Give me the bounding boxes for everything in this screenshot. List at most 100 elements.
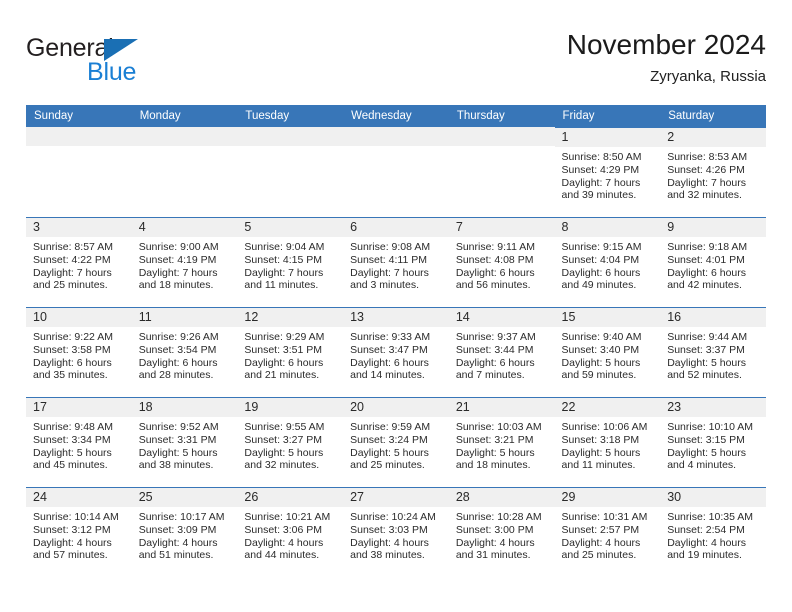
detail-sunrise: Sunrise: 9:26 AM [138, 331, 219, 343]
calendar-cell: 2 Sunrise: 8:53 AM Sunset: 4:26 PM Daylight… [660, 127, 766, 217]
day-details: Sunrise: 8:57 AM Sunset: 4:22 PM Daylight:… [26, 237, 132, 292]
detail-daylight2: and 42 minutes. [667, 279, 742, 292]
day-cell[interactable]: 26 Sunrise: 10:21 AM Sunset: 3:06 PM Daylig… [237, 487, 344, 577]
detail-daylight1: Daylight: 5 hours [561, 446, 641, 459]
detail-daylight1: Daylight: 6 hours [350, 356, 429, 369]
day-cell[interactable]: 30 Sunrise: 10:35 AM Sunset: 2:54 PM Daylig… [660, 487, 766, 577]
day-details: Sunrise: 10:28 AM Sunset: 3:00 PM Daylight… [449, 507, 555, 562]
calendar-cell: 28 Sunrise: 10:28 AM Sunset: 3:00 PM Daylig… [448, 487, 555, 577]
day-cell[interactable]: 23 Sunrise: 10:10 AM Sunset: 3:15 PM Daylig… [660, 397, 766, 487]
detail-daylight1: Daylight: 7 hours [138, 266, 218, 279]
day-number: 7 [448, 218, 555, 237]
day-number: 6 [343, 218, 449, 237]
general-blue-logo[interactable]: General Blue [26, 34, 226, 86]
weekday-header-monday: Monday [131, 105, 238, 127]
detail-daylight1: Daylight: 5 hours [455, 446, 535, 459]
day-number: 24 [26, 488, 132, 507]
day-cell[interactable]: 21 Sunrise: 10:03 AM Sunset: 3:21 PM Daylig… [448, 397, 555, 487]
triangle-icon [104, 39, 138, 61]
day-cell[interactable]: 29 Sunrise: 10:31 AM Sunset: 2:57 PM Daylig… [554, 487, 661, 577]
detail-sunset: Sunset: 3:47 PM [350, 343, 428, 356]
day-cell[interactable]: 24 Sunrise: 10:14 AM Sunset: 3:12 PM Daylig… [26, 487, 132, 577]
day-number: 16 [660, 308, 766, 327]
detail-sunset: Sunset: 3:18 PM [561, 433, 640, 446]
day-number: 5 [237, 218, 344, 237]
calendar-week-row: 24 Sunrise: 10:14 AM Sunset: 3:12 PM Daylig… [26, 487, 766, 577]
detail-sunset: Sunset: 3:21 PM [455, 433, 534, 446]
day-number: 27 [343, 488, 449, 507]
detail-sunset: Sunset: 3:12 PM [33, 523, 111, 536]
detail-daylight2: and 39 minutes. [561, 189, 637, 202]
day-number: 19 [237, 398, 344, 417]
detail-daylight1: Daylight: 4 hours [138, 536, 218, 549]
detail-daylight1: Daylight: 5 hours [561, 356, 641, 369]
day-cell[interactable]: 17 Sunrise: 9:48 AM Sunset: 3:34 PM Dayligh… [26, 397, 132, 487]
day-cell[interactable]: 1 Sunrise: 8:50 AM Sunset: 4:29 PM Daylight… [554, 127, 661, 217]
day-details: Sunrise: 9:18 AM Sunset: 4:01 PM Daylight:… [660, 237, 766, 292]
detail-sunset: Sunset: 3:31 PM [138, 433, 217, 446]
calendar-body: 1 Sunrise: 8:50 AM Sunset: 4:29 PM Daylight… [26, 127, 766, 577]
day-cell[interactable]: 27 Sunrise: 10:24 AM Sunset: 3:03 PM Daylig… [343, 487, 449, 577]
day-cell[interactable]: 16 Sunrise: 9:44 AM Sunset: 3:37 PM Dayligh… [660, 307, 766, 397]
detail-sunrise: Sunrise: 10:10 AM [667, 421, 754, 433]
detail-daylight1: Daylight: 5 hours [350, 446, 429, 459]
day-number: 20 [343, 398, 449, 417]
day-cell[interactable]: 10 Sunrise: 9:22 AM Sunset: 3:58 PM Dayligh… [26, 307, 132, 397]
detail-daylight2: and 32 minutes. [244, 459, 320, 472]
day-cell[interactable]: 6 Sunrise: 9:08 AM Sunset: 4:11 PM Daylight… [343, 217, 449, 307]
day-number [343, 127, 449, 146]
detail-daylight2: and 25 minutes. [561, 549, 637, 562]
day-number: 12 [237, 308, 344, 327]
weekday-header-friday: Friday [554, 105, 661, 127]
calendar-cell: 7 Sunrise: 9:11 AM Sunset: 4:08 PM Daylight… [448, 217, 555, 307]
day-details: Sunrise: 9:29 AM Sunset: 3:51 PM Daylight:… [237, 327, 343, 382]
day-cell[interactable]: 3 Sunrise: 8:57 AM Sunset: 4:22 PM Daylight… [26, 217, 132, 307]
day-number: 10 [26, 308, 132, 327]
calendar-cell: 5 Sunrise: 9:04 AM Sunset: 4:15 PM Daylight… [237, 217, 344, 307]
day-cell[interactable]: 13 Sunrise: 9:33 AM Sunset: 3:47 PM Dayligh… [343, 307, 449, 397]
day-cell[interactable]: 15 Sunrise: 9:40 AM Sunset: 3:40 PM Dayligh… [554, 307, 661, 397]
day-cell[interactable]: 14 Sunrise: 9:37 AM Sunset: 3:44 PM Dayligh… [448, 307, 555, 397]
day-details: Sunrise: 8:53 AM Sunset: 4:26 PM Daylight:… [660, 147, 766, 202]
day-cell[interactable]: 7 Sunrise: 9:11 AM Sunset: 4:08 PM Daylight… [448, 217, 555, 307]
detail-sunrise: Sunrise: 9:59 AM [350, 421, 431, 433]
detail-sunrise: Sunrise: 9:29 AM [244, 331, 325, 343]
day-cell[interactable]: 20 Sunrise: 9:59 AM Sunset: 3:24 PM Dayligh… [343, 397, 449, 487]
detail-sunrise: Sunrise: 10:21 AM [244, 511, 331, 523]
logo-top-row: General [26, 34, 226, 62]
day-cell[interactable]: 8 Sunrise: 9:15 AM Sunset: 4:04 PM Daylight… [554, 217, 661, 307]
detail-sunrise: Sunrise: 9:44 AM [667, 331, 748, 343]
day-details: Sunrise: 10:35 AM Sunset: 2:54 PM Daylight… [660, 507, 766, 562]
day-number: 14 [448, 308, 555, 327]
day-details: Sunrise: 9:40 AM Sunset: 3:40 PM Daylight:… [555, 327, 661, 382]
day-number: 1 [554, 128, 661, 147]
day-cell[interactable]: 5 Sunrise: 9:04 AM Sunset: 4:15 PM Daylight… [237, 217, 344, 307]
day-cell[interactable]: 11 Sunrise: 9:26 AM Sunset: 3:54 PM Dayligh… [131, 307, 238, 397]
page-header: General Blue November 2024 Zyryanka, Rus… [26, 28, 766, 100]
day-number: 26 [237, 488, 344, 507]
detail-daylight1: Daylight: 4 hours [561, 536, 641, 549]
detail-daylight1: Daylight: 7 hours [350, 266, 429, 279]
detail-daylight2: and 25 minutes. [33, 279, 108, 292]
detail-daylight2: and 57 minutes. [33, 549, 108, 562]
day-cell[interactable]: 2 Sunrise: 8:53 AM Sunset: 4:26 PM Daylight… [660, 127, 766, 217]
day-cell[interactable]: 25 Sunrise: 10:17 AM Sunset: 3:09 PM Daylig… [131, 487, 238, 577]
detail-sunset: Sunset: 3:15 PM [667, 433, 745, 446]
detail-daylight1: Daylight: 4 hours [33, 536, 112, 549]
day-cell[interactable]: 22 Sunrise: 10:06 AM Sunset: 3:18 PM Daylig… [554, 397, 661, 487]
day-cell[interactable]: 19 Sunrise: 9:55 AM Sunset: 3:27 PM Dayligh… [237, 397, 344, 487]
day-cell[interactable]: 9 Sunrise: 9:18 AM Sunset: 4:01 PM Daylight… [660, 217, 766, 307]
detail-daylight1: Daylight: 6 hours [667, 266, 747, 279]
detail-sunrise: Sunrise: 9:04 AM [244, 241, 325, 253]
day-cell[interactable]: 28 Sunrise: 10:28 AM Sunset: 3:00 PM Daylig… [448, 487, 555, 577]
day-cell[interactable]: 18 Sunrise: 9:52 AM Sunset: 3:31 PM Dayligh… [131, 397, 238, 487]
detail-sunrise: Sunrise: 9:52 AM [138, 421, 219, 433]
calendar-table: Sunday Monday Tuesday Wednesday Thursday… [26, 105, 766, 577]
day-cell[interactable]: 4 Sunrise: 9:00 AM Sunset: 4:19 PM Daylight… [131, 217, 238, 307]
calendar-cell: 8 Sunrise: 9:15 AM Sunset: 4:04 PM Daylight… [554, 217, 661, 307]
detail-sunset: Sunset: 3:37 PM [667, 343, 745, 356]
detail-daylight2: and 35 minutes. [33, 369, 108, 382]
day-cell[interactable]: 12 Sunrise: 9:29 AM Sunset: 3:51 PM Dayligh… [237, 307, 344, 397]
day-number: 17 [26, 398, 132, 417]
calendar-week-row: 17 Sunrise: 9:48 AM Sunset: 3:34 PM Dayligh… [26, 397, 766, 487]
